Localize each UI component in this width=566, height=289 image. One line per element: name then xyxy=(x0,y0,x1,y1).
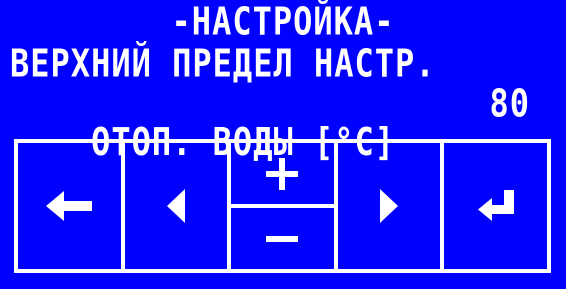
setting-name-line: ВЕРХНИЙ ПРЕДЕЛ НАСТР. xyxy=(10,40,436,86)
triangle-right-icon xyxy=(380,189,399,223)
cursor-left-button[interactable] xyxy=(125,143,232,269)
plus-icon xyxy=(266,157,299,190)
decrease-button[interactable] xyxy=(231,208,334,269)
screen-title: -НАСТРОЙКА- xyxy=(171,0,395,44)
increment-decrement-group xyxy=(231,143,338,269)
increase-button[interactable] xyxy=(231,143,334,208)
enter-icon xyxy=(477,190,514,221)
triangle-left-icon xyxy=(166,189,185,223)
arrow-left-icon xyxy=(46,191,93,221)
back-button[interactable] xyxy=(18,143,125,269)
minus-icon xyxy=(266,235,299,242)
cursor-right-button[interactable] xyxy=(338,143,445,269)
setting-value: 80 xyxy=(489,80,530,126)
lcd-screen: -НАСТРОЙКА- ВЕРХНИЙ ПРЕДЕЛ НАСТР. ОТОП. … xyxy=(0,0,566,289)
keypad xyxy=(14,139,551,273)
enter-button[interactable] xyxy=(444,143,547,269)
